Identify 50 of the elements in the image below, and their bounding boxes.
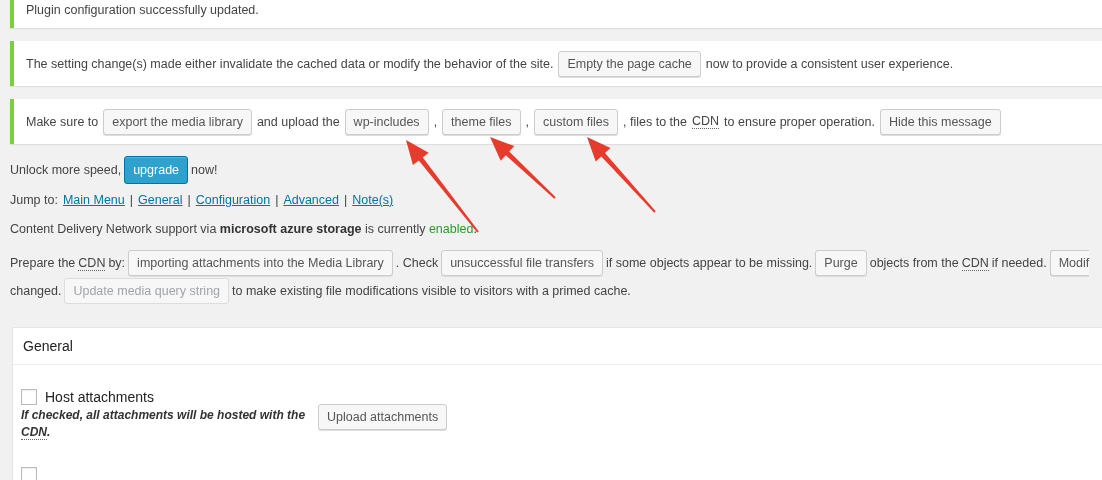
action-button[interactable]: wp-includes [344,108,429,135]
cdn-text: if some objects appear to be missing. [605,256,813,270]
separator-text: | [187,193,191,207]
upload-button[interactable]: Upload attachments [318,404,448,430]
cdn-text: objects from the [869,256,959,270]
notice-text: to ensure proper operation. [724,114,875,129]
action-button[interactable]: Modif [1049,250,1090,276]
action-button[interactable]: export the media library [103,108,252,135]
option-description: If checked, all attachments will be hosted with the CDN. [21,407,306,441]
status-sentence: Content Delivery Network support via microsoft azure storage is currently enabled. [10,222,477,236]
cdn-text: if needed. [991,256,1047,270]
promo-text: Unlock more speed, [10,163,122,177]
jump-link[interactable]: Configuration [195,193,271,207]
cdn-text: by: [108,256,126,270]
action-button[interactable]: custom files [534,108,619,135]
abbreviation: CDN [78,255,106,271]
separator-text: | [129,193,134,207]
action-button[interactable]: Empty the page cache [558,50,701,77]
card-title: General [23,338,73,354]
notice-text: The setting change(s) made either invalidate the cached data or modify the behavior of the site. [26,56,554,71]
notice-text: , files to the [623,114,687,129]
notice-text: and upload the [256,114,340,129]
abbreviation: CDN [961,255,989,271]
cdn-text: Prepare the [10,256,76,270]
cdn-text: changed. [10,284,62,298]
notice-text: , [525,114,530,129]
annotation-arrow [490,137,556,199]
notice-text: Plugin configuration successfully updated. [26,3,259,17]
notice-text: Make sure to [26,114,99,129]
checkbox[interactable] [21,467,37,480]
action-button[interactable]: theme files [442,108,521,135]
abbreviation: CDN [692,114,720,129]
jump-label: Jump to: [10,193,58,207]
checkbox[interactable] [21,389,37,405]
checkbox-label: Host attachments [45,389,154,405]
jump-link[interactable]: Note(s) [352,193,394,207]
action-button[interactable]: importing attachments into the Media Library [128,250,393,276]
action-button[interactable]: Hide this message [879,108,1001,135]
promo-text: now! [191,163,218,177]
cdn-text: to make existing file modifications visible to visitors with a primed cache. [232,284,631,298]
action-button[interactable]: unsuccessful file transfers [441,250,603,276]
jump-link[interactable]: Advanced [283,193,339,207]
separator-text: | [344,193,348,207]
notice-text: now to provide a consistent user experience. [705,56,954,71]
action-button[interactable]: Purge [815,250,867,276]
notice-text: , [433,114,438,129]
jump-link[interactable]: General [138,193,183,207]
jump-link[interactable]: Main Menu [62,193,125,207]
cdn-text: . Check [395,256,439,270]
separator-text: | [275,193,279,207]
